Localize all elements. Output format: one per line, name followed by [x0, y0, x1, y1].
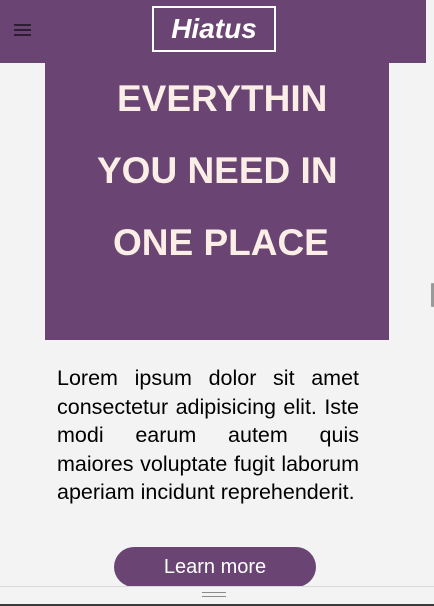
- hero-banner: EVERYTHIN YOU NEED IN ONE PLACE: [45, 63, 389, 340]
- hero-title-line: YOU NEED IN: [97, 150, 338, 191]
- hero-title: EVERYTHIN YOU NEED IN ONE PLACE: [45, 63, 389, 279]
- brand-logo[interactable]: Hiatus: [152, 6, 276, 52]
- hero-title-line: ONE PLACE: [113, 222, 329, 263]
- hero-title-line: EVERYTHIN: [117, 78, 328, 119]
- intro-paragraph: Lorem ipsum dolor sit amet consectetur a…: [57, 366, 359, 504]
- hamburger-menu-icon[interactable]: [14, 24, 31, 36]
- page: Hiatus EVERYTHIN YOU NEED IN ONE PLACE L…: [0, 0, 434, 606]
- learn-more-button[interactable]: Learn more: [114, 547, 316, 587]
- top-navbar: Hiatus: [0, 0, 426, 63]
- resize-bar: [0, 586, 434, 606]
- drag-handle-icon[interactable]: [202, 592, 226, 598]
